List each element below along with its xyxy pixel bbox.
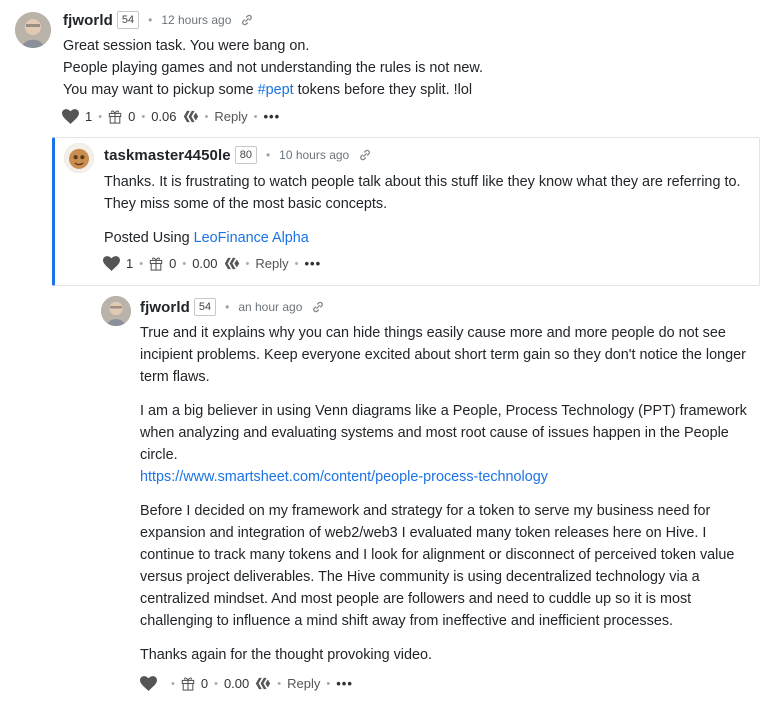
- link-icon[interactable]: [358, 148, 372, 162]
- payout-value[interactable]: 0.06: [151, 109, 176, 124]
- comment-text: Thanks. It is frustrating to watch peopl…: [104, 174, 741, 212]
- gift-count: 0: [200, 676, 209, 691]
- avatar[interactable]: [101, 296, 131, 326]
- comment-text: tokens before they split. !lol: [293, 82, 473, 98]
- comment-paragraph: Before I decided on my framework and str…: [140, 503, 735, 629]
- separator-dot: •: [214, 677, 218, 690]
- separator-dot: •: [171, 677, 175, 690]
- vote-count[interactable]: 1: [85, 109, 92, 124]
- comment-body: Thanks. It is frustrating to watch peopl…: [104, 171, 744, 249]
- separator-dot: •: [141, 110, 146, 123]
- gift-count: 0: [169, 256, 177, 271]
- gift-icon[interactable]: [149, 256, 163, 271]
- leofinance-link[interactable]: LeoFinance Alpha: [194, 230, 309, 246]
- reputation-badge: 54: [193, 298, 217, 316]
- separator-dot: •: [326, 677, 331, 690]
- separator-dot: •: [148, 13, 153, 27]
- link-icon[interactable]: [311, 300, 325, 314]
- comment-paragraph: True and it explains why you can hide th…: [140, 325, 746, 385]
- posted-using-label: Posted Using: [104, 230, 194, 246]
- avatar-image: [15, 12, 51, 48]
- vote-count[interactable]: 1: [126, 256, 133, 271]
- comment-line: People playing games and not understandi…: [63, 60, 484, 76]
- more-options-button[interactable]: •••: [336, 676, 353, 691]
- avatar[interactable]: [15, 12, 51, 48]
- hashtag-link[interactable]: #pept: [258, 82, 294, 98]
- gift-count: 0: [128, 109, 136, 124]
- separator-dot: •: [204, 110, 209, 123]
- posted-using: Posted Using LeoFinance Alpha: [104, 227, 744, 249]
- author-name[interactable]: fjworld: [63, 12, 113, 29]
- avatar-image: [64, 143, 94, 173]
- avatar[interactable]: [64, 143, 94, 173]
- reputation-badge: 80: [234, 146, 257, 164]
- hive-icon: [183, 110, 199, 123]
- separator-dot: •: [294, 257, 299, 270]
- comment-line: You may want to pickup some #pept tokens…: [63, 79, 743, 101]
- reputation-badge: 54: [116, 11, 140, 29]
- smartsheet-link[interactable]: https://www.smartsheet.com/content/peopl…: [140, 469, 548, 485]
- timestamp[interactable]: an hour ago: [238, 300, 302, 314]
- separator-dot: •: [98, 110, 103, 123]
- comment-actions: 1 • 0 • 0.00 • Reply • •••: [103, 256, 321, 271]
- separator-dot: •: [139, 257, 144, 270]
- heart-icon[interactable]: [103, 256, 120, 271]
- separator-dot: •: [245, 257, 250, 270]
- payout-value[interactable]: 0.00: [192, 256, 217, 271]
- timestamp[interactable]: 10 hours ago: [279, 148, 349, 162]
- reply-button[interactable]: Reply: [214, 109, 247, 124]
- hive-icon: [255, 677, 271, 690]
- comment-actions: 1 • 0 • 0.06 • Reply • •••: [62, 109, 280, 124]
- author-name[interactable]: fjworld: [140, 299, 190, 316]
- comment-body: Great session task. You were bang on. Pe…: [63, 35, 743, 101]
- comment-text: You may want to pickup some: [63, 82, 258, 98]
- gift-icon[interactable]: [108, 109, 122, 124]
- comment-actions: • 0 • 0.00 • Reply • •••: [140, 676, 353, 691]
- author-name[interactable]: taskmaster4450le: [104, 147, 231, 164]
- separator-dot: •: [225, 300, 230, 314]
- separator-dot: •: [253, 110, 258, 123]
- payout-value[interactable]: 0.00: [224, 676, 249, 691]
- link-icon[interactable]: [240, 13, 254, 27]
- comment-body: True and it explains why you can hide th…: [140, 322, 754, 666]
- reply-button[interactable]: Reply: [287, 676, 320, 691]
- avatar-image: [101, 296, 131, 326]
- gift-icon[interactable]: [181, 676, 195, 691]
- heart-icon[interactable]: [140, 676, 157, 691]
- reply-button[interactable]: Reply: [255, 256, 288, 271]
- comment-paragraph: Thanks again for the thought provoking v…: [140, 647, 433, 663]
- comment-paragraph: I am a big believer in using Venn diagra…: [140, 400, 754, 488]
- separator-dot: •: [265, 148, 271, 162]
- heart-icon[interactable]: [62, 109, 79, 124]
- separator-dot: •: [277, 677, 282, 690]
- hive-icon: [224, 257, 240, 270]
- more-options-button[interactable]: •••: [263, 109, 280, 124]
- more-options-button[interactable]: •••: [304, 256, 321, 271]
- separator-dot: •: [182, 257, 187, 270]
- comment-text: I am a big believer in using Venn diagra…: [140, 403, 747, 463]
- comment-line: Great session task. You were bang on.: [63, 38, 310, 54]
- timestamp[interactable]: 12 hours ago: [161, 13, 231, 27]
